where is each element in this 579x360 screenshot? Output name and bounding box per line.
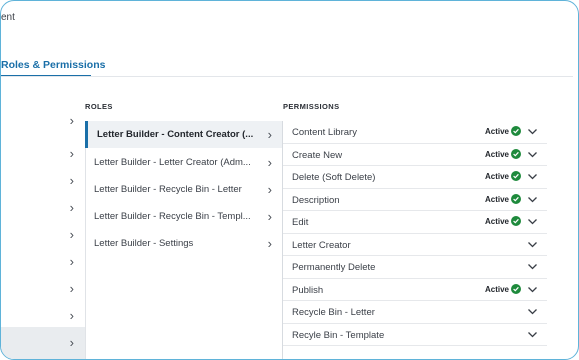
role-label: Letter Builder - Settings — [94, 238, 194, 249]
chevron-right-icon: › — [69, 227, 74, 242]
permission-label: Description — [292, 194, 340, 206]
nav-item-selected[interactable]: › — [1, 327, 85, 359]
chevron-down-icon[interactable] — [527, 262, 538, 271]
permission-row[interactable]: Edit Active — [283, 211, 547, 234]
status-badge: Active — [484, 217, 509, 226]
permission-label: Content Library — [292, 127, 357, 138]
chevron-down-icon[interactable] — [527, 150, 538, 159]
chevron-down-icon[interactable] — [527, 217, 538, 226]
chevron-right-icon: › — [267, 209, 272, 224]
chevron-right-icon: › — [69, 335, 74, 350]
chevron-right-icon: › — [267, 127, 272, 142]
check-circle-icon — [511, 148, 521, 159]
chevron-down-icon[interactable] — [527, 127, 538, 136]
permissions-column-header: PERMISSIONS — [283, 102, 340, 111]
permission-row[interactable]: Description Active — [283, 189, 547, 211]
nav-item[interactable]: › — [1, 247, 85, 274]
permission-row[interactable]: Create New Active — [283, 144, 547, 166]
permission-row[interactable]: Recyle Bin - Template — [283, 324, 547, 346]
chevron-right-icon: › — [267, 155, 272, 170]
check-circle-icon — [511, 283, 521, 294]
nav-item[interactable]: › — [1, 113, 85, 140]
chevron-right-icon: › — [69, 254, 74, 269]
nav-item[interactable]: › — [1, 220, 85, 247]
tab-roles-permissions[interactable]: Roles & Permissions — [1, 59, 105, 71]
chevron-right-icon: › — [69, 146, 74, 161]
status-badge: Active — [484, 172, 509, 181]
permission-label: Letter Creator — [292, 239, 351, 251]
check-circle-icon — [511, 216, 521, 226]
app-frame: ent Roles & Permissions ROLES PERMISSION… — [0, 0, 579, 360]
permission-row[interactable]: Content Library Active — [283, 121, 547, 144]
role-label: Letter Builder - Recycle Bin - Letter — [94, 184, 242, 195]
permission-row[interactable]: Publish Active — [283, 279, 547, 301]
chevron-down-icon[interactable] — [527, 172, 538, 181]
chevron-right-icon: › — [267, 236, 272, 251]
chevron-right-icon: › — [69, 200, 74, 215]
check-circle-icon — [511, 171, 521, 181]
nav-item[interactable]: › — [1, 274, 85, 301]
breadcrumb: ent — [1, 12, 15, 23]
permission-label: Publish — [292, 284, 324, 296]
role-label: Letter Builder - Recycle Bin - Templ... — [94, 211, 251, 222]
nav-item[interactable]: › — [1, 139, 85, 166]
check-circle-icon — [511, 193, 521, 204]
chevron-right-icon: › — [69, 308, 74, 323]
nav-item[interactable]: › — [1, 166, 85, 193]
permission-label: Delete (Soft Delete) — [292, 172, 376, 183]
status-badge: Active — [484, 149, 509, 159]
chevron-right-icon: › — [69, 281, 74, 296]
chevron-right-icon: › — [69, 113, 74, 128]
permission-label: Recycle Bin - Letter — [292, 307, 375, 318]
nav-item[interactable]: › — [1, 193, 85, 220]
nav-item[interactable]: › — [1, 301, 85, 328]
permission-label: Create New — [292, 149, 343, 161]
chevron-right-icon: › — [69, 173, 74, 188]
check-circle-icon — [511, 126, 521, 136]
role-item[interactable]: Letter Builder - Recycle Bin - Templ... … — [85, 203, 282, 230]
category-nav: › › › › › › › › › — [1, 113, 85, 359]
permission-row[interactable]: Letter Creator — [283, 234, 547, 256]
permission-label: Permanently Delete — [292, 262, 376, 273]
chevron-down-icon[interactable] — [527, 240, 538, 249]
roles-column-header: ROLES — [85, 102, 113, 111]
permission-label: Recyle Bin - Template — [292, 329, 385, 341]
permission-row[interactable]: Delete (Soft Delete) Active — [283, 166, 547, 189]
role-label: Letter Builder - Content Creator (... — [97, 129, 254, 140]
permission-row[interactable]: Recycle Bin - Letter — [283, 301, 547, 324]
tab-divider — [1, 76, 573, 77]
role-label: Letter Builder - Letter Creator (Adm... — [94, 157, 251, 168]
chevron-down-icon[interactable] — [527, 330, 538, 339]
chevron-down-icon[interactable] — [527, 307, 538, 316]
status-badge: Active — [484, 194, 509, 204]
permission-row[interactable]: Permanently Delete — [283, 256, 547, 279]
chevron-right-icon: › — [267, 182, 272, 197]
role-item-selected[interactable]: Letter Builder - Content Creator (... › — [85, 121, 282, 148]
role-item[interactable]: Letter Builder - Recycle Bin - Letter › — [85, 176, 282, 203]
status-badge: Active — [484, 284, 509, 294]
chevron-down-icon[interactable] — [527, 195, 538, 204]
role-item[interactable]: Letter Builder - Settings › — [85, 230, 282, 257]
permission-label: Edit — [292, 217, 309, 228]
role-item[interactable]: Letter Builder - Letter Creator (Adm... … — [85, 149, 282, 176]
chevron-down-icon[interactable] — [527, 285, 538, 294]
status-badge: Active — [484, 127, 509, 136]
